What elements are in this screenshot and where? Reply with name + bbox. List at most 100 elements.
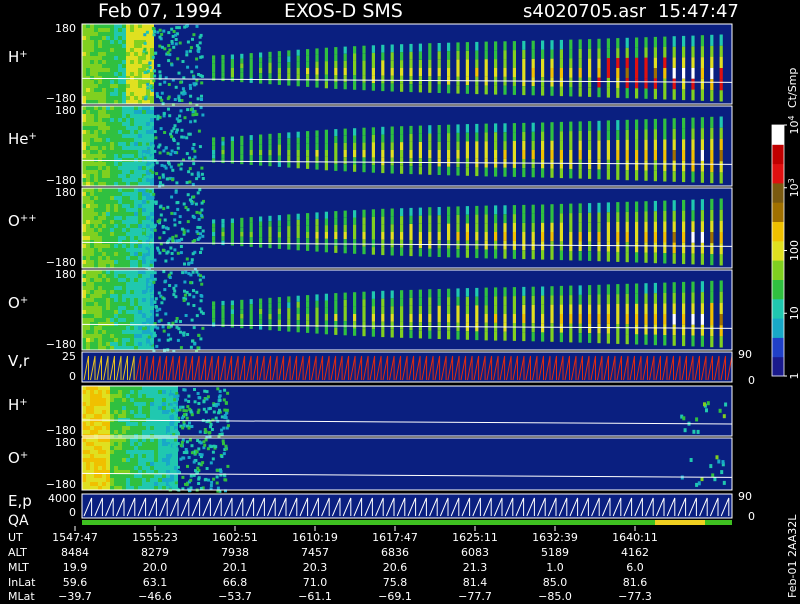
spectrogram-cell (98, 130, 102, 134)
spectrogram-cell (138, 256, 142, 260)
spectrogram-cell (353, 314, 356, 321)
spectrogram-cell (130, 290, 134, 294)
spectrogram-cell (126, 390, 130, 394)
spectrogram-cell (118, 278, 122, 282)
spectrogram-cell (219, 399, 222, 402)
spectrogram-cell (98, 40, 102, 44)
spectrogram-cell (82, 446, 86, 450)
spectrogram-cell (134, 390, 138, 394)
spectrogram-cell (720, 292, 723, 303)
spectrogram-cell (114, 118, 118, 122)
spectrogram-cell (720, 314, 723, 325)
spectrogram-cell (315, 212, 318, 219)
spectrogram-cell (122, 28, 126, 32)
spectrogram-cell (485, 42, 488, 51)
spectrogram-cell (409, 150, 412, 158)
spectrogram-cell (126, 264, 130, 268)
spectrogram-cell (447, 207, 450, 215)
spectrogram-cell (142, 36, 146, 40)
spectrogram-cell (110, 326, 114, 330)
spectrogram-cell (82, 270, 86, 274)
spectrogram-cell (150, 454, 154, 458)
spectrogram-cell (240, 73, 243, 78)
spectrogram-cell (98, 88, 102, 92)
spectrogram-cell (334, 136, 337, 143)
spectrogram-cell (150, 122, 154, 126)
spectrogram-cell (122, 134, 126, 138)
spectrogram-cell (82, 482, 86, 486)
spectrogram-cell (106, 322, 110, 326)
spectrogram-cell (110, 446, 114, 450)
spectrogram-cell (182, 60, 185, 63)
spectrogram-cell (154, 136, 157, 139)
spectrogram-cell (400, 290, 403, 298)
spectrogram-cell (142, 260, 146, 264)
spectrogram-cell (90, 454, 94, 458)
spectrogram-cell (221, 219, 224, 223)
spectrogram-cell (428, 298, 431, 306)
spectrogram-cell (654, 58, 657, 68)
spectrogram-cell (86, 306, 90, 310)
spectrogram-cell (466, 305, 469, 314)
spectrogram-cell (372, 53, 375, 61)
spectrogram-cell (150, 478, 154, 482)
spectrogram-cell (191, 413, 194, 416)
spectrogram-cell (138, 386, 142, 390)
spectrogram-cell (102, 482, 106, 486)
spectrogram-cell (644, 283, 647, 293)
spectrogram-cell (224, 479, 227, 482)
spectrogram-cell (94, 110, 98, 114)
spectrogram-cell (146, 398, 150, 402)
spectrogram-cell (94, 56, 98, 60)
spectrogram-cell (212, 228, 215, 232)
spectrogram-cell (126, 402, 130, 406)
spectrogram-cell (106, 310, 110, 314)
spectrogram-cell (154, 486, 158, 490)
spectrogram-cell (682, 303, 685, 314)
spectrogram-cell (720, 243, 723, 254)
spectrogram-cell (179, 81, 182, 84)
spectrogram-cell (122, 100, 126, 104)
spectrogram-cell (138, 110, 142, 114)
spectrogram-cell (118, 154, 122, 158)
spectrogram-cell (220, 455, 223, 458)
spectrogram-cell (94, 394, 98, 398)
spectrogram-cell (146, 143, 149, 146)
spectrogram-cell (186, 440, 189, 443)
spectrogram-cell (134, 446, 138, 450)
spectrogram-cell (106, 40, 110, 44)
panel-label: O+ (8, 294, 28, 312)
spectrogram-cell (419, 248, 422, 256)
spectrogram-cell (130, 138, 134, 142)
spectrogram-cell (597, 140, 600, 150)
spectrogram-cell (213, 411, 216, 414)
spectrogram-cell (170, 438, 174, 442)
spectrogram-cell (175, 320, 178, 323)
spectrogram-cell (569, 40, 572, 50)
spectrogram-cell (134, 442, 138, 446)
spectrogram-cell (114, 84, 118, 88)
spectrogram-cell (663, 304, 666, 315)
spectrogram-cell (98, 178, 102, 182)
spectrogram-cell (216, 469, 219, 472)
spectrogram-cell (122, 196, 126, 200)
spectrogram-cell (98, 114, 102, 118)
spectrogram-cell (86, 212, 90, 216)
spectrogram-cell (682, 79, 685, 90)
spectrogram-cell (616, 58, 619, 68)
spectrogram-cell (106, 138, 110, 142)
spectrogram-cell (278, 139, 281, 145)
spectrogram-cell (142, 80, 146, 84)
spectrogram-cell (130, 130, 134, 134)
spectrogram-cell (152, 196, 155, 199)
spectrogram-cell (278, 226, 281, 232)
spectrogram-cell (114, 130, 118, 134)
spectrogram-cell (126, 118, 130, 122)
spectrogram-cell (724, 403, 727, 407)
spectrogram-cell (142, 390, 146, 394)
spectrogram-cell (142, 182, 146, 186)
spectrogram-cell (381, 150, 384, 158)
colorbar-tick-label: 103 (787, 178, 800, 197)
spectrogram-cell (98, 466, 102, 470)
spectrogram-cell (86, 232, 90, 236)
